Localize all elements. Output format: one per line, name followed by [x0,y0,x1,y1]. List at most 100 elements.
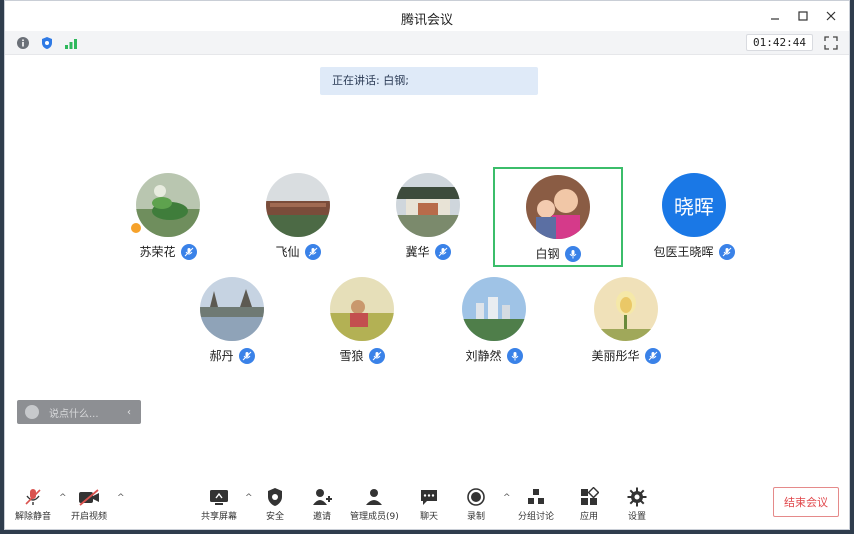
fullscreen-icon [824,36,838,50]
participant-name-row: 美丽彤华 [591,347,661,364]
avatar [330,277,394,341]
emoji-icon[interactable] [25,405,39,419]
mic-muted-icon [722,247,731,256]
shield-icon [42,37,52,49]
participant-tile[interactable]: 冀华 [363,167,493,267]
participant-tile[interactable]: 飞仙 [233,167,363,267]
fullscreen-button[interactable] [823,35,839,51]
mic-status [434,243,451,260]
security-button[interactable]: 安全 [264,487,286,522]
security-label: 安全 [265,512,284,522]
invite-label: 邀请 [312,512,331,522]
participant-name: 冀华 [405,245,430,259]
add-user-icon [313,489,332,505]
network-status-button[interactable] [63,35,79,51]
share-screen-icon [210,490,228,505]
chevron-left-icon[interactable]: ‹ [127,407,131,418]
plant-photo-icon [136,173,200,237]
apps-icon [581,487,599,505]
participant-name-row: 刘静然 [465,347,523,364]
share-options-chevron-icon[interactable]: ^ [245,493,253,503]
mic-icon [511,351,518,360]
mic-muted-icon [242,351,251,360]
minimize-button[interactable] [763,7,787,25]
flower-photo-icon [594,277,658,341]
gear-icon [627,487,647,507]
invite-button[interactable]: 邀请 [311,487,333,522]
breakout-rooms-label: 分组讨论 [518,512,555,522]
mic-status [718,243,735,260]
apps-button[interactable]: 应用 [578,487,600,522]
settings-button[interactable]: 设置 [626,487,648,522]
participant-tile[interactable]: 雪狼 [297,271,427,371]
window-title: 腾讯会议 [400,13,453,28]
mic-muted-icon [648,351,657,360]
unmute-button[interactable]: 解除静音 [15,487,51,522]
avatar [266,173,330,237]
info-button[interactable] [15,35,31,51]
avatar [136,173,200,237]
manage-members-button[interactable]: 管理成员(9) [350,487,399,522]
breakout-rooms-button[interactable]: 分组讨论 [518,487,554,522]
mic-status [644,347,661,364]
participant-name-row: 飞仙 [275,243,321,260]
maximize-button[interactable] [791,7,815,25]
participant-name-row: 白钢 [535,245,581,262]
security-status-button[interactable] [39,35,55,51]
mic-status [180,243,197,260]
unmute-label: 解除静音 [15,512,52,522]
mic-muted-icon [372,351,381,360]
mic-status [238,347,255,364]
chat-button[interactable]: 聊天 [418,487,440,522]
participant-tile[interactable]: 刘静然 [429,271,559,371]
avatar [462,277,526,341]
participant-tile[interactable]: 晓晖 包医王晓晖 [629,167,759,267]
info-icon [17,37,29,49]
quick-chat-input[interactable]: 说点什么... ‹ [17,400,141,424]
participant-name-row: 雪狼 [339,347,385,364]
avatar [526,175,590,239]
avatar [594,277,658,341]
start-video-button[interactable]: 开启视频 [71,487,107,522]
participant-tile[interactable]: 苏荣花 [103,167,233,267]
record-button[interactable]: 录制 [465,487,487,522]
participant-name: 苏荣花 [139,245,176,259]
people-photo-icon [526,175,590,239]
city-photo-icon [462,277,526,341]
participant-name: 白钢 [535,247,560,261]
video-options-chevron-icon[interactable]: ^ [117,493,125,503]
mic-icon [569,249,576,258]
participant-name: 包医王晓晖 [653,245,714,259]
minimize-icon [771,18,779,20]
participant-name-row: 郝丹 [209,347,255,364]
manage-members-label: 管理成员(9) [350,512,399,522]
participant-name-row: 包医王晓晖 [653,243,735,260]
meeting-window: 腾讯会议 01:42:44 正在讲话: 白钢; 苏荣花 飞仙 冀华 白钢 晓晖 … [4,0,850,530]
building-photo-icon [396,173,460,237]
participant-name: 雪狼 [339,349,364,363]
avatar [200,277,264,341]
text-avatar: 晓晖 [662,173,726,237]
start-video-label: 开启视频 [71,512,108,522]
title-bar: 腾讯会议 [5,1,849,31]
share-screen-button[interactable]: 共享屏幕 [201,487,237,522]
mic-muted-icon [438,247,447,256]
record-label: 录制 [466,512,485,522]
shield-icon [268,488,282,506]
record-options-chevron-icon[interactable]: ^ [503,493,511,503]
meeting-info-bar: 01:42:44 [5,31,849,55]
participant-tile-active-speaker[interactable]: 白钢 [493,167,623,267]
participant-name-row: 冀华 [405,243,451,260]
participant-tile[interactable]: 美丽彤华 [561,271,691,371]
apps-label: 应用 [579,512,598,522]
share-screen-label: 共享屏幕 [201,512,238,522]
chat-icon [421,490,437,505]
audio-options-chevron-icon[interactable]: ^ [59,493,67,503]
field-photo-icon [330,277,394,341]
lake-photo-icon [200,277,264,341]
settings-label: 设置 [627,512,646,522]
end-meeting-button[interactable]: 结束会议 [773,487,839,517]
participant-tile[interactable]: 郝丹 [167,271,297,371]
close-button[interactable] [819,7,843,25]
street-photo-icon [266,173,330,237]
